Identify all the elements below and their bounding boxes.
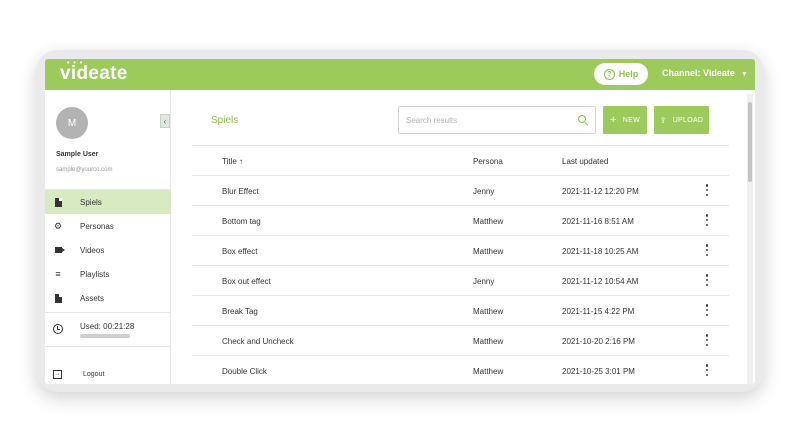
row-title: Break Tag	[222, 307, 258, 316]
top-bar: • • • videate ? Help Channel: Videate ▼	[45, 59, 755, 90]
sidebar-item-spiels[interactable]: Spiels	[45, 190, 171, 214]
usage-meter: Used: 00:21:28	[45, 312, 171, 347]
row-updated: 2021-11-16 8:51 AM	[562, 217, 634, 226]
row-updated: 2021-10-25 3:01 PM	[562, 367, 635, 376]
table-header: Title ↑ Persona Last updated	[192, 146, 729, 176]
app-window: • • • videate ? Help Channel: Videate ▼ M…	[45, 59, 755, 384]
sidebar-item-assets[interactable]: Assets	[45, 286, 171, 310]
more-options-icon[interactable]	[705, 244, 709, 256]
upload-label: UPLOAD	[672, 116, 704, 124]
upload-button[interactable]: ⇪ UPLOAD	[654, 106, 709, 134]
row-updated: 2021-10-20 2:16 PM	[562, 337, 635, 346]
file-icon	[53, 293, 63, 303]
row-persona: Matthew	[473, 217, 504, 226]
gear-icon: ⚙	[53, 220, 63, 231]
spiels-table: Title ↑ Persona Last updated Blur Effect…	[192, 145, 729, 384]
row-persona: Jenny	[473, 277, 495, 286]
table-row[interactable]: Double Click Matthew 2021-10-25 3:01 PM	[192, 356, 729, 384]
avatar: M	[56, 107, 88, 139]
row-persona: Matthew	[473, 367, 504, 376]
more-options-icon[interactable]	[705, 274, 709, 286]
more-options-icon[interactable]	[705, 214, 709, 226]
table-row[interactable]: Box effect Matthew 2021-11-18 10:25 AM	[192, 236, 729, 266]
row-title: Box effect	[222, 247, 258, 256]
document-icon	[53, 197, 63, 207]
more-options-icon[interactable]	[705, 184, 709, 196]
plus-icon: +	[610, 113, 617, 126]
page-title: Spiels	[211, 115, 239, 126]
user-email: sample@yourco.com	[56, 167, 113, 173]
column-last-updated[interactable]: Last updated	[562, 157, 608, 166]
column-persona[interactable]: Persona	[473, 157, 503, 166]
new-button[interactable]: + NEW	[603, 106, 647, 134]
row-updated: 2021-11-18 10:25 AM	[562, 247, 639, 256]
row-updated: 2021-11-12 12:20 PM	[562, 187, 639, 196]
more-options-icon[interactable]	[705, 334, 709, 346]
row-persona: Matthew	[473, 247, 504, 256]
caret-down-icon: ▼	[740, 71, 748, 78]
row-title: Bottom tag	[222, 217, 261, 226]
question-icon: ?	[603, 68, 615, 80]
row-title: Blur Effect	[222, 187, 259, 196]
videate-logo[interactable]: • • • videate	[60, 60, 128, 85]
sidebar-item-label: Videos	[80, 245, 105, 255]
sidebar-item-personas[interactable]: ⚙ Personas	[45, 214, 171, 238]
row-persona: Matthew	[473, 307, 504, 316]
row-title: Double Click	[222, 367, 267, 376]
row-persona: Matthew	[473, 337, 504, 346]
usage-bar	[80, 334, 130, 338]
help-button[interactable]: ? Help	[594, 63, 648, 85]
scrollbar[interactable]	[747, 94, 753, 384]
sidebar-item-label: Spiels	[80, 197, 102, 207]
more-options-icon[interactable]	[705, 364, 709, 376]
sidebar-item-label: Personas	[80, 221, 114, 231]
search-input[interactable]	[398, 106, 596, 134]
table-row[interactable]: Check and Uncheck Matthew 2021-10-20 2:1…	[192, 326, 729, 356]
channel-selector[interactable]: Channel: Videate ▼	[662, 68, 748, 78]
logout-button[interactable]: → Logout	[45, 364, 171, 384]
logout-label: Logout	[83, 370, 105, 378]
sidebar-item-label: Assets	[80, 293, 105, 303]
scrollbar-thumb[interactable]	[748, 102, 752, 182]
table-row[interactable]: Box out effect Jenny 2021-11-12 10:54 AM	[192, 266, 729, 296]
row-title: Check and Uncheck	[222, 337, 294, 346]
table-row[interactable]: Break Tag Matthew 2021-11-15 4:22 PM	[192, 296, 729, 326]
video-camera-icon	[53, 245, 65, 255]
sidebar-item-label: Playlists	[80, 269, 110, 279]
channel-label: Channel: Videate	[662, 68, 735, 78]
table-row[interactable]: Blur Effect Jenny 2021-11-12 12:20 PM	[192, 176, 729, 206]
sidebar-nav: Spiels ⚙ Personas Videos ≡ Playlists Ass…	[45, 189, 171, 310]
row-updated: 2021-11-15 4:22 PM	[562, 307, 635, 316]
sidebar-item-playlists[interactable]: ≡ Playlists	[45, 262, 171, 286]
help-label: Help	[618, 69, 639, 79]
row-title: Box out effect	[222, 277, 271, 286]
upload-icon: ⇪	[659, 115, 667, 125]
row-persona: Jenny	[473, 187, 495, 196]
collapse-sidebar-button[interactable]: ‹	[160, 114, 170, 128]
search-icon[interactable]	[578, 115, 586, 123]
row-updated: 2021-11-12 10:54 AM	[562, 277, 639, 286]
user-name: Sample User	[56, 151, 99, 158]
new-label: NEW	[622, 116, 640, 124]
sidebar: M ‹ Sample User sample@yourco.com Spiels…	[45, 90, 171, 384]
logout-icon: →	[53, 369, 62, 379]
usage-label: Used: 00:21:28	[80, 322, 135, 331]
main-content: Spiels + NEW ⇪ UPLOAD Title ↑ Persona La…	[192, 90, 752, 384]
column-title[interactable]: Title ↑	[222, 157, 243, 166]
spiels-panel: Spiels + NEW ⇪ UPLOAD Title ↑ Persona La…	[192, 90, 729, 384]
clock-icon	[53, 324, 63, 334]
sidebar-item-videos[interactable]: Videos	[45, 238, 171, 262]
playlist-icon: ≡	[55, 269, 61, 279]
table-row[interactable]: Bottom tag Matthew 2021-11-16 8:51 AM	[192, 206, 729, 236]
logo-dots-icon: • • •	[67, 60, 84, 67]
more-options-icon[interactable]	[705, 304, 709, 316]
